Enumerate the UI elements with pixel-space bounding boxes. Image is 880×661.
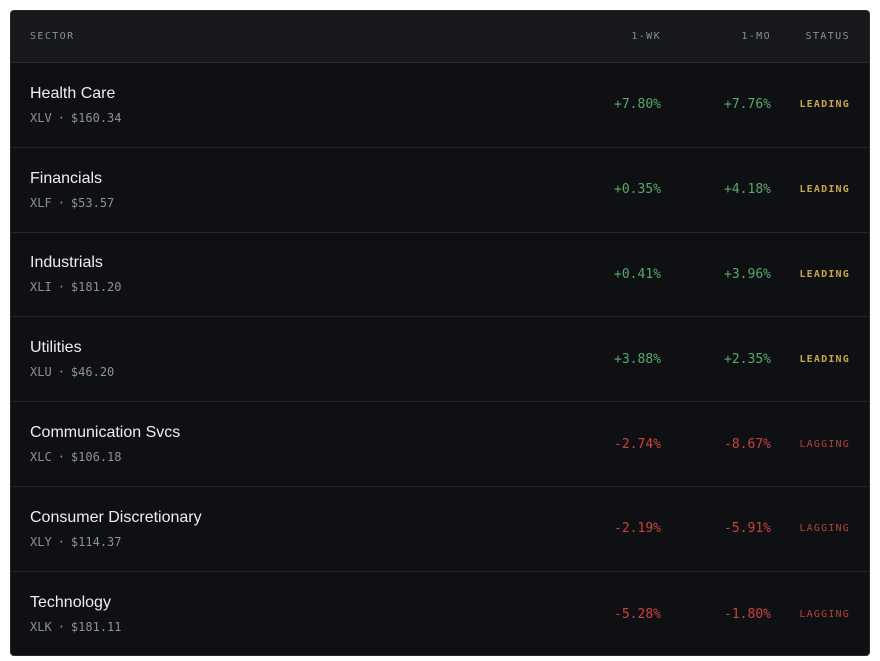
change-1wk: +0.35% [614, 182, 661, 198]
sector-ticker-price: XLF · $53.57 [30, 195, 551, 211]
table-row[interactable]: Communication Svcs XLC · $106.18 -2.74% -8… [11, 402, 869, 487]
status-badge: LAGGING [799, 523, 850, 535]
change-1mo: +7.76% [724, 97, 771, 113]
status-badge: LEADING [799, 184, 850, 196]
sector-cell: Health Care XLV · $160.34 [11, 84, 551, 126]
sector-name: Technology [30, 594, 111, 612]
header-sector[interactable]: SECTOR [11, 31, 551, 42]
change-1wk: -2.74% [614, 436, 661, 452]
change-1mo: -1.80% [724, 606, 771, 622]
sector-cell: Communication Svcs XLC · $106.18 [11, 423, 551, 465]
sector-cell: Financials XLF · $53.57 [11, 169, 551, 211]
separator: · [57, 280, 65, 295]
separator: · [57, 450, 65, 465]
price: $106.18 [70, 450, 122, 465]
separator: · [57, 195, 65, 210]
sector-name: Health Care [30, 84, 116, 102]
separator: · [57, 365, 65, 380]
table-row[interactable]: Utilities XLU · $46.20 +3.88% +2.35% LEADI… [11, 317, 869, 403]
price: $46.20 [70, 365, 115, 380]
status-badge: LEADING [799, 99, 850, 111]
ticker: XLU [30, 365, 52, 380]
sector-cell: Consumer Discretionary XLY · $114.37 [11, 508, 551, 550]
status-badge: LEADING [799, 353, 850, 365]
change-1mo: -8.67% [724, 436, 771, 452]
table-row[interactable]: Industrials XLI · $181.20 +0.41% +3.96% LE… [11, 233, 869, 318]
price: $53.57 [70, 195, 115, 210]
sector-cell: Industrials XLI · $181.20 [11, 253, 551, 295]
sector-performance-table: SECTOR 1-WK 1-MO STATUS Health Care XLV ·… [10, 10, 870, 656]
table-row[interactable]: Health Care XLV · $160.34 +7.80% +7.76% LE… [11, 63, 869, 148]
sector-name: Communication Svcs [30, 424, 181, 442]
status-badge: LAGGING [799, 608, 850, 620]
price: $181.20 [70, 280, 122, 295]
sector-cell: Utilities XLU · $46.20 [11, 338, 551, 380]
change-1wk: -2.19% [614, 521, 661, 537]
change-1mo: +3.96% [724, 266, 771, 282]
sector-ticker-price: XLV · $160.34 [30, 110, 551, 126]
sector-ticker-price: XLI · $181.20 [30, 279, 551, 295]
header-status[interactable]: STATUS [771, 31, 869, 42]
sector-name: Consumer Discretionary [30, 508, 202, 526]
ticker: XLK [30, 620, 52, 635]
header-1wk[interactable]: 1-WK [551, 31, 661, 42]
ticker: XLF [30, 195, 52, 210]
sector-cell: Technology XLK · $181.11 [11, 593, 551, 635]
change-1mo: +4.18% [724, 182, 771, 198]
sector-name: Industrials [30, 254, 103, 272]
separator: · [57, 534, 65, 549]
table-row[interactable]: Consumer Discretionary XLY · $114.37 -2.19… [11, 487, 869, 572]
change-1mo: +2.35% [724, 351, 771, 367]
price: $114.37 [70, 534, 122, 549]
table-row[interactable]: Financials XLF · $53.57 +0.35% +4.18% LEAD… [11, 148, 869, 233]
change-1wk: +7.80% [614, 97, 661, 113]
sector-name: Utilities [30, 339, 82, 357]
ticker: XLI [30, 280, 52, 295]
status-badge: LEADING [799, 268, 850, 280]
change-1wk: +3.88% [614, 351, 661, 367]
price: $160.34 [70, 110, 122, 125]
change-1wk: -5.28% [614, 606, 661, 622]
separator: · [57, 620, 65, 635]
separator: · [57, 110, 65, 125]
header-1mo[interactable]: 1-MO [661, 31, 771, 42]
sector-name: Financials [30, 169, 103, 187]
sector-ticker-price: XLY · $114.37 [30, 534, 551, 550]
change-1mo: -5.91% [724, 521, 771, 537]
ticker: XLC [30, 450, 52, 465]
sector-ticker-price: XLU · $46.20 [30, 364, 551, 380]
status-badge: LAGGING [799, 438, 850, 450]
table-row[interactable]: Technology XLK · $181.11 -5.28% -1.80% LAG… [11, 572, 869, 655]
price: $181.11 [70, 620, 122, 635]
change-1wk: +0.41% [614, 266, 661, 282]
table-header: SECTOR 1-WK 1-MO STATUS [11, 11, 869, 63]
sector-ticker-price: XLK · $181.11 [30, 619, 551, 635]
sector-ticker-price: XLC · $106.18 [30, 449, 551, 465]
ticker: XLV [30, 110, 52, 125]
ticker: XLY [30, 534, 52, 549]
